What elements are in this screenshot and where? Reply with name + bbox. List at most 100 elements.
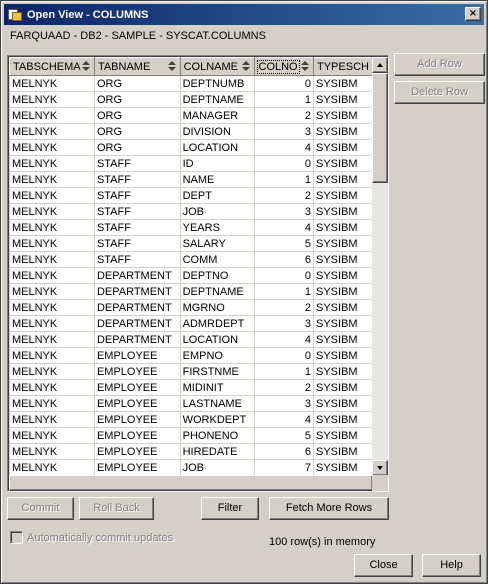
table-cell[interactable]: NAME bbox=[179, 171, 255, 188]
table-row[interactable]: MELNYK ORG DIVISION 3 SYSIBM bbox=[9, 123, 373, 140]
table-cell[interactable]: ORG bbox=[93, 107, 181, 124]
table-cell[interactable]: 0 bbox=[253, 267, 314, 284]
table-cell[interactable]: 2 bbox=[253, 107, 314, 124]
table-row[interactable]: MELNYK DEPARTMENT MGRNO 2 SYSIBM bbox=[9, 299, 373, 316]
table-cell[interactable]: 0 bbox=[253, 155, 314, 172]
table-cell[interactable]: 3 bbox=[253, 395, 314, 412]
table-cell[interactable]: 2 bbox=[253, 379, 314, 396]
table-cell[interactable]: MELNYK bbox=[9, 219, 95, 236]
table-cell[interactable]: SYSIBM bbox=[313, 379, 373, 396]
table-cell[interactable]: DEPARTMENT bbox=[93, 299, 181, 316]
table-cell[interactable]: LOCATION bbox=[179, 331, 255, 348]
table-cell[interactable]: MELNYK bbox=[9, 395, 95, 412]
table-cell[interactable]: DEPARTMENT bbox=[93, 331, 181, 348]
table-cell[interactable]: EMPLOYEE bbox=[93, 427, 181, 444]
table-cell[interactable]: DEPARTMENT bbox=[93, 267, 181, 284]
scroll-up-icon[interactable] bbox=[372, 57, 388, 73]
table-row[interactable]: MELNYK EMPLOYEE HIREDATE 6 SYSIBM bbox=[9, 443, 373, 460]
table-cell[interactable]: MELNYK bbox=[9, 155, 95, 172]
table-cell[interactable]: SYSIBM bbox=[313, 171, 373, 188]
table-cell[interactable]: SYSIBM bbox=[313, 155, 373, 172]
table-cell[interactable]: STAFF bbox=[93, 219, 181, 236]
table-cell[interactable]: 6 bbox=[253, 251, 314, 268]
table-cell[interactable]: EMPLOYEE bbox=[93, 459, 181, 476]
vertical-scrollbar[interactable] bbox=[372, 57, 388, 476]
close-window-icon[interactable]: × bbox=[465, 7, 481, 21]
header-colno[interactable]: COLNO bbox=[253, 57, 314, 76]
table-cell[interactable]: EMPLOYEE bbox=[93, 379, 181, 396]
table-cell[interactable]: DEPTNUMB bbox=[179, 75, 255, 92]
table-cell[interactable]: 3 bbox=[253, 203, 314, 220]
table-cell[interactable]: 4 bbox=[253, 139, 314, 156]
table-cell[interactable]: STAFF bbox=[93, 251, 181, 268]
table-row[interactable]: MELNYK DEPARTMENT ADMRDEPT 3 SYSIBM bbox=[9, 315, 373, 332]
table-cell[interactable]: SYSIBM bbox=[313, 363, 373, 380]
table-cell[interactable]: FIRSTNME bbox=[179, 363, 255, 380]
table-cell[interactable]: SYSIBM bbox=[313, 315, 373, 332]
table-cell[interactable]: MELNYK bbox=[9, 75, 95, 92]
table-cell[interactable]: SYSIBM bbox=[313, 283, 373, 300]
table-cell[interactable]: 3 bbox=[253, 315, 314, 332]
table-cell[interactable]: SYSIBM bbox=[313, 123, 373, 140]
table-cell[interactable]: 1 bbox=[253, 283, 314, 300]
table-cell[interactable]: SYSIBM bbox=[313, 139, 373, 156]
table-row[interactable]: MELNYK ORG DEPTNUMB 0 SYSIBM bbox=[9, 75, 373, 92]
table-cell[interactable]: ORG bbox=[93, 75, 181, 92]
table-cell[interactable]: MELNYK bbox=[9, 251, 95, 268]
table-row[interactable]: MELNYK STAFF ID 0 SYSIBM bbox=[9, 155, 373, 172]
add-row-button[interactable]: Add Row bbox=[394, 53, 485, 76]
table-cell[interactable]: ID bbox=[179, 155, 255, 172]
table-cell[interactable]: MELNYK bbox=[9, 187, 95, 204]
table-cell[interactable]: SYSIBM bbox=[313, 347, 373, 364]
help-button[interactable]: Help bbox=[422, 554, 481, 577]
table-cell[interactable]: SYSIBM bbox=[313, 443, 373, 460]
table-cell[interactable]: SYSIBM bbox=[313, 203, 373, 220]
table-cell[interactable]: SYSIBM bbox=[313, 411, 373, 428]
table-cell[interactable]: MELNYK bbox=[9, 411, 95, 428]
table-cell[interactable]: DEPARTMENT bbox=[93, 315, 181, 332]
table-cell[interactable]: 5 bbox=[253, 427, 314, 444]
roll-back-button[interactable]: Roll Back bbox=[79, 497, 154, 520]
table-cell[interactable]: MELNYK bbox=[9, 283, 95, 300]
table-cell[interactable]: SYSIBM bbox=[313, 267, 373, 284]
horizontal-scroll-thumb[interactable] bbox=[9, 475, 373, 491]
table-cell[interactable]: MELNYK bbox=[9, 347, 95, 364]
delete-row-button[interactable]: Delete Row bbox=[394, 81, 485, 104]
table-cell[interactable]: MELNYK bbox=[9, 315, 95, 332]
filter-button[interactable]: Filter bbox=[201, 497, 259, 520]
table-cell[interactable]: STAFF bbox=[93, 171, 181, 188]
table-cell[interactable]: COMM bbox=[179, 251, 255, 268]
table-cell[interactable]: 6 bbox=[253, 443, 314, 460]
table-cell[interactable]: MELNYK bbox=[9, 123, 95, 140]
table-row[interactable]: MELNYK DEPARTMENT DEPTNAME 1 SYSIBM bbox=[9, 283, 373, 300]
title-bar[interactable]: Open View - COLUMNS × bbox=[4, 4, 484, 25]
table-cell[interactable]: HIREDATE bbox=[179, 443, 255, 460]
table-cell[interactable]: EMPLOYEE bbox=[93, 411, 181, 428]
auto-commit-option[interactable]: Automatically commit updates bbox=[10, 531, 173, 544]
table-cell[interactable]: SYSIBM bbox=[313, 395, 373, 412]
table-cell[interactable]: SYSIBM bbox=[313, 187, 373, 204]
table-cell[interactable]: EMPLOYEE bbox=[93, 363, 181, 380]
table-cell[interactable]: DEPTNAME bbox=[179, 283, 255, 300]
table-cell[interactable]: 7 bbox=[253, 459, 314, 476]
table-cell[interactable]: MELNYK bbox=[9, 331, 95, 348]
table-row[interactable]: MELNYK STAFF JOB 3 SYSIBM bbox=[9, 203, 373, 220]
table-cell[interactable]: SYSIBM bbox=[313, 331, 373, 348]
table-row[interactable]: MELNYK STAFF NAME 1 SYSIBM bbox=[9, 171, 373, 188]
table-cell[interactable]: 2 bbox=[253, 187, 314, 204]
table-cell[interactable]: MANAGER bbox=[179, 107, 255, 124]
table-cell[interactable]: MELNYK bbox=[9, 427, 95, 444]
table-cell[interactable]: SYSIBM bbox=[313, 427, 373, 444]
table-cell[interactable]: 3 bbox=[253, 123, 314, 140]
table-row[interactable]: MELNYK STAFF YEARS 4 SYSIBM bbox=[9, 219, 373, 236]
table-row[interactable]: MELNYK EMPLOYEE PHONENO 5 SYSIBM bbox=[9, 427, 373, 444]
table-cell[interactable]: MELNYK bbox=[9, 139, 95, 156]
table-row[interactable]: MELNYK STAFF SALARY 5 SYSIBM bbox=[9, 235, 373, 252]
fetch-more-rows-button[interactable]: Fetch More Rows bbox=[269, 497, 389, 520]
table-cell[interactable]: WORKDEPT bbox=[179, 411, 255, 428]
horizontal-scrollbar[interactable] bbox=[9, 475, 373, 491]
table-cell[interactable]: LOCATION bbox=[179, 139, 255, 156]
table-row[interactable]: MELNYK STAFF DEPT 2 SYSIBM bbox=[9, 187, 373, 204]
table-cell[interactable]: 2 bbox=[253, 299, 314, 316]
table-cell[interactable]: SYSIBM bbox=[313, 235, 373, 252]
